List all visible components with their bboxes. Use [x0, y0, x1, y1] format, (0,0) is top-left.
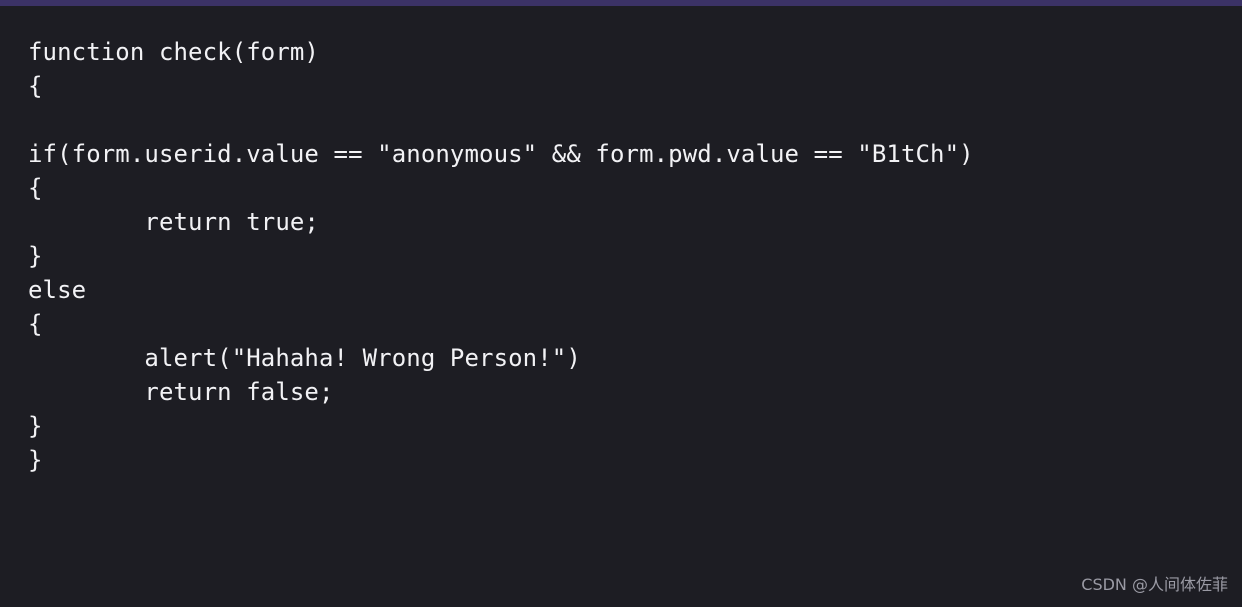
code-line: } — [28, 412, 43, 440]
code-line: function check(form) — [28, 38, 319, 66]
code-screenshot: function check(form) { if(form.userid.valu… — [0, 0, 1242, 607]
code-line: else — [28, 276, 87, 304]
code-line: } — [28, 242, 43, 270]
code-line: { — [28, 72, 43, 100]
code-block: function check(form) { if(form.userid.valu… — [0, 19, 1242, 607]
code-line: if(form.userid.value == "anonymous" && f… — [28, 140, 974, 168]
code-line: return true; — [28, 208, 319, 236]
code-line: { — [28, 174, 43, 202]
top-accent-bar — [0, 0, 1242, 6]
code-line: return false; — [28, 378, 334, 406]
code-content: function check(form) { if(form.userid.valu… — [28, 35, 1242, 477]
code-line: { — [28, 310, 43, 338]
code-line: alert("Hahaha! Wrong Person!") — [28, 344, 581, 372]
code-line: } — [28, 446, 43, 474]
csdn-watermark: CSDN @人间体佐菲 — [1081, 575, 1228, 594]
